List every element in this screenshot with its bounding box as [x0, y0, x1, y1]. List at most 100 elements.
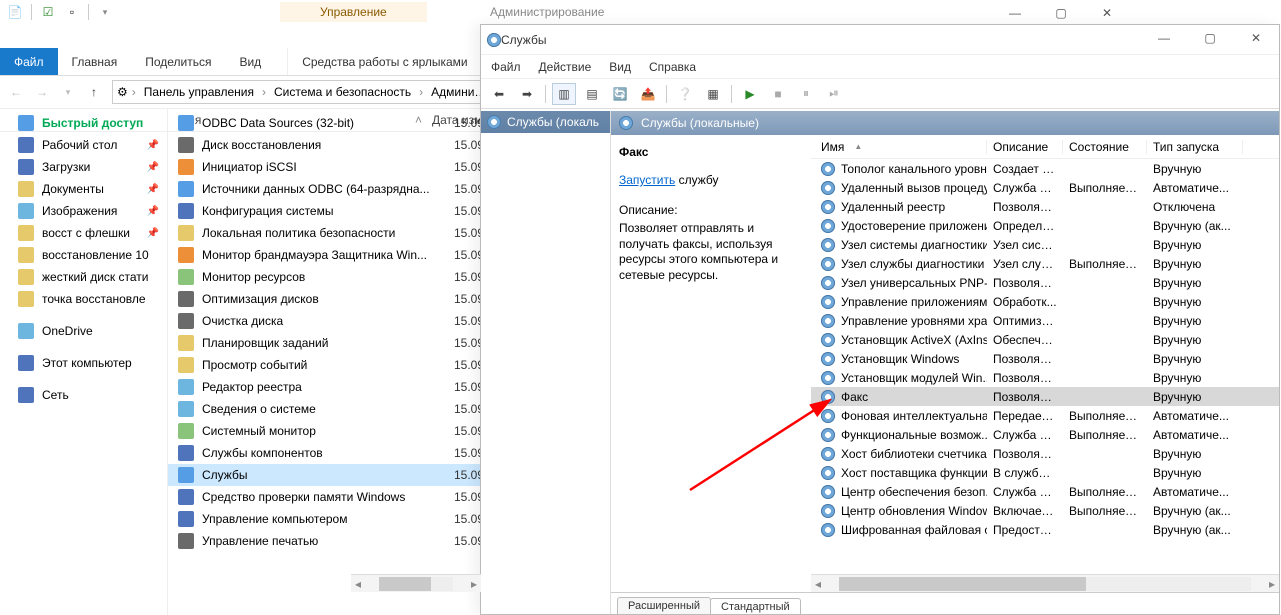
tab-extended[interactable]: Расширенный [617, 597, 711, 614]
service-row[interactable]: Тополог канального уровня Создает ка... … [811, 159, 1279, 178]
qat-check-icon[interactable]: ☑ [37, 2, 59, 22]
svc-name: Центр обновления Windows [841, 504, 987, 518]
service-row[interactable]: Установщик модулей Win... Позволяет... В… [811, 368, 1279, 387]
maximize-button[interactable]: ▢ [1038, 0, 1084, 26]
breadcrumb-seg[interactable]: Панель управления [140, 85, 258, 99]
scroll-left-icon[interactable]: ◂ [811, 577, 825, 591]
nav-item[interactable]: восст с флешки 📌 [0, 222, 167, 244]
tb-export-icon[interactable]: 📤 [636, 83, 660, 105]
file-tab[interactable]: Файл [0, 48, 58, 75]
tb-start-icon[interactable]: ▶ [738, 83, 762, 105]
services-banner: Службы (локальные) [611, 111, 1279, 135]
tb-refresh-icon[interactable]: 🔄 [608, 83, 632, 105]
svc-desc: Служба ф... [987, 428, 1063, 442]
tree-node-services-local[interactable]: Службы (локаль [481, 111, 610, 133]
nav-recent-icon[interactable]: ▾ [56, 80, 80, 104]
gear-icon [821, 333, 835, 347]
qat-properties-icon[interactable]: 📄 [4, 2, 26, 22]
service-row[interactable]: Удаленный реестр Позволяет... Отключена [811, 197, 1279, 216]
service-row[interactable]: Функциональные возмож... Служба ф... Вып… [811, 425, 1279, 444]
breadcrumb-seg[interactable]: Система и безопасность [270, 85, 415, 99]
nav-item[interactable]: Этот компьютер [0, 352, 167, 374]
service-row[interactable]: Центр обновления Windows Включает ... Вы… [811, 501, 1279, 520]
tb-help-icon[interactable]: ❔ [673, 83, 697, 105]
nav-item[interactable]: Рабочий стол 📌 [0, 134, 167, 156]
col-state[interactable]: Состояние [1063, 140, 1147, 154]
nav-up-icon[interactable]: ↑ [82, 80, 106, 104]
gear-icon [821, 428, 835, 442]
service-row[interactable]: Узел системы диагностики Узел систе... В… [811, 235, 1279, 254]
services-titlebar[interactable]: Службы — ▢ ✕ [481, 25, 1279, 55]
gear-icon [821, 257, 835, 271]
bottom-tabs: Расширенный Стандартный [611, 592, 1279, 614]
close-button[interactable]: ✕ [1084, 0, 1130, 26]
tb-list-icon[interactable]: ▤ [580, 83, 604, 105]
tab-view[interactable]: Вид [225, 48, 275, 75]
nav-item[interactable]: Сеть [0, 384, 167, 406]
service-row[interactable]: Управление уровнями хра... Оптимизи... В… [811, 311, 1279, 330]
tb-pause-icon[interactable]: ⏸ [794, 83, 818, 105]
scroll-thumb[interactable] [839, 577, 1086, 591]
tb-prop-icon[interactable]: ▦ [701, 83, 725, 105]
nav-item[interactable]: Изображения 📌 [0, 200, 167, 222]
tab-shortcut-tools[interactable]: Средства работы с ярлыками [287, 48, 482, 75]
qat-new-icon[interactable]: ▫ [61, 2, 83, 22]
service-row[interactable]: Установщик Windows Позволяет... Вручную [811, 349, 1279, 368]
file-name: Диск восстановления [202, 138, 446, 152]
tab-standard[interactable]: Стандартный [710, 598, 801, 614]
col-name[interactable]: Имя [815, 140, 987, 154]
nav-item[interactable]: жесткий диск стати [0, 266, 167, 288]
start-service-link[interactable]: Запустить [619, 173, 675, 187]
svc-desc: Включает ... [987, 504, 1063, 518]
services-grid: Имя Описание Состояние Тип запуска Топол… [811, 135, 1279, 592]
service-row[interactable]: Хост библиотеки счетчика... Позволяет...… [811, 444, 1279, 463]
service-row[interactable]: Узел службы диагностики Узел служ... Вып… [811, 254, 1279, 273]
file-icon [178, 401, 194, 417]
nav-item[interactable]: Быстрый доступ [0, 112, 167, 134]
scroll-right-icon[interactable]: ▸ [1265, 577, 1279, 591]
service-detail-pane: Факс Запустить службу Описание: Позволяе… [611, 135, 811, 592]
nav-item[interactable]: OneDrive [0, 320, 167, 342]
service-row[interactable]: Шифрованная файловая с... Предостав... В… [811, 520, 1279, 539]
nav-back-icon[interactable]: ← [4, 80, 28, 104]
nav-item[interactable]: точка восстановле [0, 288, 167, 310]
gear-icon [821, 238, 835, 252]
service-row[interactable]: Хост поставщика функции... В службе ... … [811, 463, 1279, 482]
tb-back-icon[interactable]: ⬅ [487, 83, 511, 105]
tab-home[interactable]: Главная [58, 48, 132, 75]
col-desc[interactable]: Описание [987, 140, 1063, 154]
tb-fwd-icon[interactable]: ➡ [515, 83, 539, 105]
folder-icon [18, 323, 34, 339]
svc-minimize-button[interactable]: — [1141, 25, 1187, 51]
menu-action[interactable]: Действие [539, 60, 592, 74]
service-row[interactable]: Узел универсальных PNP-... Позволяет... … [811, 273, 1279, 292]
nav-item[interactable]: Документы 📌 [0, 178, 167, 200]
service-row[interactable]: Установщик ActiveX (AxIns... Обеспечи...… [811, 330, 1279, 349]
service-row[interactable]: Факс Позволяет... Вручную [811, 387, 1279, 406]
qat-dropdown-icon[interactable]: ▾ [94, 2, 116, 22]
menu-view[interactable]: Вид [609, 60, 631, 74]
service-row[interactable]: Удостоверение приложения Определя... Вру… [811, 216, 1279, 235]
horizontal-scrollbar[interactable]: ◂ ▸ [811, 574, 1279, 592]
svc-maximize-button[interactable]: ▢ [1187, 25, 1233, 51]
tb-detail-icon[interactable]: ▥ [552, 83, 576, 105]
menu-file[interactable]: Файл [491, 60, 521, 74]
gear-icon [821, 181, 835, 195]
service-row[interactable]: Управление приложениями Обработк... Вруч… [811, 292, 1279, 311]
menu-help[interactable]: Справка [649, 60, 696, 74]
service-row[interactable]: Удаленный вызов процеду... Служба R... В… [811, 178, 1279, 197]
nav-item[interactable]: восстановление 10 [0, 244, 167, 266]
tab-share[interactable]: Поделиться [131, 48, 225, 75]
nav-item[interactable]: Загрузки 📌 [0, 156, 167, 178]
minimize-button[interactable]: — [992, 0, 1038, 26]
service-row[interactable]: Центр обеспечения безоп... Служба W... В… [811, 482, 1279, 501]
folder-icon [18, 355, 34, 371]
tb-restart-icon[interactable]: ⏯ [822, 83, 846, 105]
tb-stop-icon[interactable]: ■ [766, 83, 790, 105]
window-title: Администрирование [490, 5, 604, 19]
svc-desc: Позволяет... [987, 200, 1063, 214]
svc-close-button[interactable]: ✕ [1233, 25, 1279, 51]
col-start[interactable]: Тип запуска [1147, 140, 1243, 154]
nav-fwd-icon[interactable]: → [30, 80, 54, 104]
service-row[interactable]: Фоновая интеллектуальна... Передает ... … [811, 406, 1279, 425]
